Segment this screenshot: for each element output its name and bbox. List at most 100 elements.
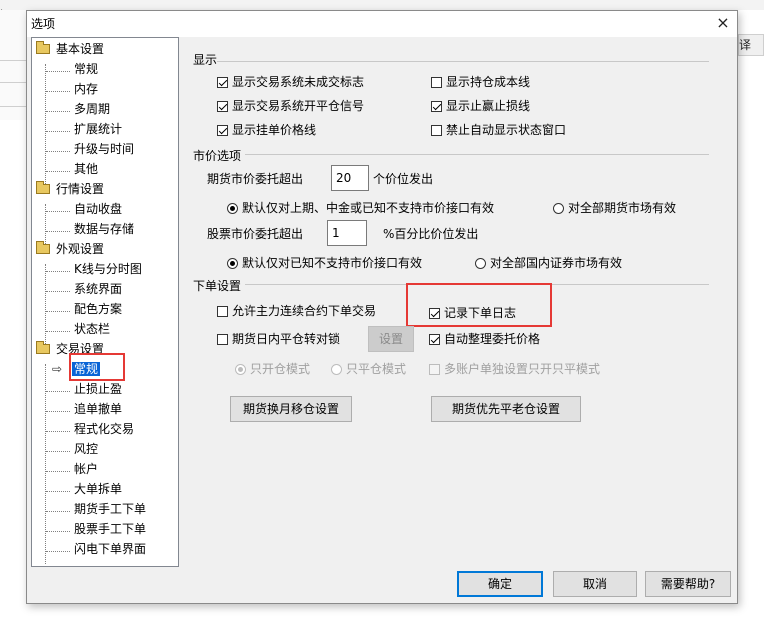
tree-item[interactable]: 帐户	[74, 460, 98, 478]
tree-item[interactable]: 扩展统计	[74, 120, 122, 138]
futures-unit-label: 个价位发出	[373, 172, 434, 186]
folder-icon	[36, 341, 50, 354]
folder-icon	[36, 241, 50, 254]
section-divider	[245, 154, 709, 155]
tree-item[interactable]: K线与分时图	[74, 260, 142, 278]
checkbox-icon	[429, 334, 440, 345]
tree-item[interactable]: 风控	[74, 440, 98, 458]
checkbox-multi-account-mode[interactable]: 多账户单独设置只开只平模式	[429, 360, 600, 378]
radio-close-only-mode[interactable]: 只平仓模式	[331, 360, 406, 378]
background-right-text: 译	[739, 38, 752, 52]
tree-item[interactable]: 状态栏	[74, 320, 110, 338]
checkbox-icon	[217, 306, 228, 317]
tree-item[interactable]: 期货手工下单	[74, 500, 146, 518]
tree-group-label: 基本设置	[56, 42, 105, 56]
tree-item[interactable]: 追单撤单	[74, 400, 122, 418]
checkbox-allow-main-contract[interactable]: 允许主力连续合约下单交易	[217, 302, 376, 320]
tree-item[interactable]: 数据与存储	[74, 220, 134, 238]
radio-label: 默认仅对上期、中金或已知不支持市价接口有效	[242, 201, 495, 215]
tree-group-appearance[interactable]: 外观设置	[34, 240, 104, 258]
checkbox-disable-status-window[interactable]: 禁止自动显示状态窗口	[431, 121, 566, 139]
highlight-box-log	[406, 283, 552, 327]
section-title-market: 市价选项	[193, 149, 242, 163]
tree-group-quotes[interactable]: 行情设置	[34, 180, 104, 198]
settings-button[interactable]: 设置	[368, 326, 414, 352]
section-title-display: 显示	[193, 53, 218, 67]
checkbox-icon	[429, 364, 440, 375]
settings-tree[interactable]: 基本设置 常规 内存 多周期 扩展统计 升级与时间 其他 行情设置 自动收盘 数…	[31, 37, 179, 567]
checkbox-show-pending-price[interactable]: 显示挂单价格线	[217, 121, 316, 139]
tree-item[interactable]: 配色方案	[74, 300, 122, 318]
checkbox-label: 显示止赢止损线	[446, 99, 531, 113]
tree-item[interactable]: 闪电下单界面	[74, 540, 146, 558]
radio-open-only-mode[interactable]: 只开仓模式	[235, 360, 310, 378]
tree-item[interactable]: 其他	[74, 160, 98, 178]
checkbox-show-stop-lines[interactable]: 显示止赢止损线	[431, 97, 530, 115]
checkbox-label: 多账户单独设置只开只平模式	[444, 362, 601, 376]
radio-stock-default[interactable]: 默认仅对已知不支持市价接口有效	[227, 254, 422, 272]
highlight-box-tree	[69, 353, 125, 381]
radio-icon	[331, 364, 342, 375]
radio-label: 只平仓模式	[346, 362, 407, 376]
close-icon[interactable]: ×	[713, 13, 733, 33]
checkbox-show-cost-line[interactable]: 显示持仓成本线	[431, 73, 530, 91]
tree-group-label: 外观设置	[56, 242, 105, 256]
help-button[interactable]: 需要帮助?	[645, 571, 731, 597]
cancel-button[interactable]: 取消	[553, 571, 637, 597]
radio-futures-default[interactable]: 默认仅对上期、中金或已知不支持市价接口有效	[227, 199, 494, 217]
radio-label: 对全部国内证券市场有效	[490, 256, 623, 270]
checkbox-label: 显示交易系统开平仓信号	[232, 99, 365, 113]
radio-icon	[475, 258, 486, 269]
section-title-order: 下单设置	[193, 279, 242, 293]
tree-item[interactable]: 大单拆单	[74, 480, 122, 498]
section-divider	[217, 61, 709, 62]
ok-button[interactable]: 确定	[457, 571, 543, 597]
checkbox-intraday-lock[interactable]: 期货日内平仓转对锁	[217, 330, 340, 348]
checkbox-icon	[431, 101, 442, 112]
radio-icon	[553, 203, 564, 214]
checkbox-label: 显示持仓成本线	[446, 75, 531, 89]
checkbox-icon	[431, 125, 442, 136]
checkbox-icon	[217, 125, 228, 136]
checkbox-label: 显示交易系统未成交标志	[232, 75, 365, 89]
stock-percent-input[interactable]: 1	[327, 220, 367, 246]
pointer-arrow-icon: ⇨	[52, 362, 63, 376]
radio-label: 默认仅对已知不支持市价接口有效	[242, 256, 423, 270]
checkbox-label: 允许主力连续合约下单交易	[232, 304, 377, 318]
checkbox-icon	[217, 77, 228, 88]
checkbox-icon	[217, 334, 228, 345]
tree-item[interactable]: 程式化交易	[74, 420, 134, 438]
dialog-title: 选项	[31, 17, 56, 31]
tree-item[interactable]: 股票手工下单	[74, 520, 146, 538]
checkbox-label: 显示挂单价格线	[232, 123, 317, 137]
futures-ticks-input[interactable]: 20	[331, 165, 369, 191]
radio-icon	[227, 258, 238, 269]
month-rollover-button[interactable]: 期货换月移仓设置	[230, 396, 352, 422]
close-old-first-button[interactable]: 期货优先平老仓设置	[431, 396, 581, 422]
checkbox-show-unfilled-mark[interactable]: 显示交易系统未成交标志	[217, 73, 364, 91]
checkbox-auto-price[interactable]: 自动整理委托价格	[429, 330, 540, 348]
tree-item[interactable]: 内存	[74, 80, 98, 98]
tree-group-basic[interactable]: 基本设置	[34, 40, 104, 58]
tree-item[interactable]: 多周期	[74, 100, 110, 118]
tree-item[interactable]: 升级与时间	[74, 140, 134, 158]
tree-group-label: 行情设置	[56, 182, 105, 196]
background-app-left	[0, 10, 26, 120]
tree-item[interactable]: 止损止盈	[74, 380, 122, 398]
tree-item[interactable]: 系统界面	[74, 280, 122, 298]
tree-item[interactable]: 自动收盘	[74, 200, 122, 218]
folder-icon	[36, 181, 50, 194]
background-app-strip	[0, 0, 764, 10]
radio-stock-all[interactable]: 对全部国内证券市场有效	[475, 254, 622, 272]
futures-market-label: 期货市价委托超出	[207, 172, 304, 186]
radio-label: 只开仓模式	[250, 362, 311, 376]
radio-futures-all[interactable]: 对全部期货市场有效	[553, 199, 676, 217]
stock-market-label: 股票市价委托超出	[207, 227, 304, 241]
checkbox-show-signals[interactable]: 显示交易系统开平仓信号	[217, 97, 364, 115]
tree-item[interactable]: 常规	[74, 60, 98, 78]
radio-icon	[227, 203, 238, 214]
checkbox-label: 自动整理委托价格	[444, 332, 541, 346]
radio-icon	[235, 364, 246, 375]
radio-label: 对全部期货市场有效	[568, 201, 677, 215]
folder-icon	[36, 41, 50, 54]
